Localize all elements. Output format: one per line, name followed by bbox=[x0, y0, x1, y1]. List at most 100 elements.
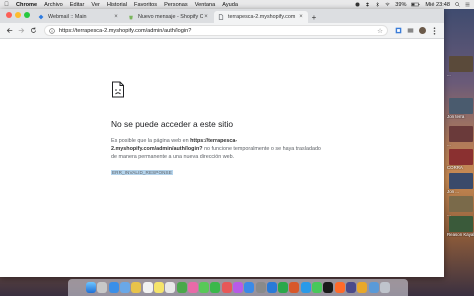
desktop-file[interactable]: Reason Kayaks bbox=[446, 216, 474, 237]
menu-ventana[interactable]: Ventana bbox=[195, 2, 216, 8]
battery-icon[interactable] bbox=[411, 2, 420, 7]
arrow-left-icon bbox=[6, 28, 13, 33]
spotlight-search-icon[interactable] bbox=[455, 2, 460, 7]
podcasts-dock-icon[interactable] bbox=[233, 282, 243, 293]
reminders-dock-icon[interactable] bbox=[165, 282, 176, 293]
tab-title: terrapesca-2.myshopify.com bbox=[228, 14, 296, 20]
reload-button[interactable] bbox=[28, 25, 39, 36]
menu-app-name[interactable]: Chrome bbox=[16, 2, 37, 8]
desktop-file[interactable]: Jon ... bbox=[446, 173, 474, 194]
menu-ayuda[interactable]: Ayuda bbox=[222, 2, 238, 8]
forward-button[interactable] bbox=[16, 25, 27, 36]
excel-dock-icon[interactable] bbox=[278, 282, 289, 293]
error-code[interactable]: ERR_INVALID_RESPONSE bbox=[111, 170, 173, 175]
window-controls bbox=[0, 9, 34, 23]
battery-percent[interactable]: 39% bbox=[395, 2, 406, 8]
menu-ver[interactable]: Ver bbox=[91, 2, 99, 8]
image-thumbnail-icon bbox=[449, 126, 473, 142]
extension-icon bbox=[407, 28, 414, 33]
desktop-file[interactable]: Jon terra bbox=[446, 98, 474, 119]
tab-webmail[interactable]: Webmail :: Main × bbox=[34, 11, 123, 23]
wifi-icon[interactable] bbox=[385, 2, 390, 7]
image-thumbnail-icon bbox=[449, 149, 473, 165]
launchpad-dock-icon[interactable] bbox=[97, 282, 108, 293]
image-thumbnail-icon bbox=[449, 196, 473, 212]
notification-center-icon[interactable] bbox=[465, 2, 470, 7]
new-tab-button[interactable]: + bbox=[309, 11, 319, 23]
finder-dock-icon[interactable] bbox=[86, 282, 97, 293]
error-page-favicon-icon bbox=[218, 14, 224, 20]
extension-button[interactable] bbox=[393, 25, 404, 36]
tab-close-icon[interactable]: × bbox=[113, 14, 119, 20]
whatsapp-dock-icon[interactable] bbox=[312, 282, 323, 293]
menu-personas[interactable]: Personas bbox=[164, 2, 188, 8]
image-thumbnail-icon bbox=[449, 216, 473, 232]
terminal-dock-icon[interactable] bbox=[323, 282, 334, 293]
filezilla-dock-icon[interactable] bbox=[334, 282, 345, 293]
shopify-favicon-icon bbox=[128, 14, 134, 20]
webmail-favicon-icon bbox=[38, 14, 44, 20]
reload-icon bbox=[31, 27, 36, 33]
calendar-dock-icon[interactable] bbox=[142, 282, 153, 293]
close-window-button[interactable] bbox=[6, 11, 12, 18]
apple-menu-icon[interactable]:  bbox=[2, 2, 11, 8]
maps-dock-icon[interactable] bbox=[176, 282, 187, 293]
app-dock-icon[interactable] bbox=[357, 282, 368, 293]
safari-dock-icon[interactable] bbox=[108, 282, 119, 293]
photos-dock-icon[interactable] bbox=[187, 282, 198, 293]
menu-historial[interactable]: Historial bbox=[107, 2, 127, 8]
site-info-icon[interactable] bbox=[49, 27, 55, 34]
desktop-file[interactable]: ... bbox=[446, 196, 474, 217]
word-dock-icon[interactable] bbox=[266, 282, 277, 293]
app-store-dock-icon[interactable] bbox=[244, 282, 255, 293]
facetime-dock-icon[interactable] bbox=[210, 282, 221, 293]
profile-button[interactable] bbox=[417, 25, 428, 36]
macos-dock bbox=[68, 279, 408, 296]
tab-shopify-message[interactable]: Nuevo mensaje - Shopify Com × bbox=[124, 11, 213, 23]
tab-close-icon[interactable]: × bbox=[298, 14, 304, 20]
menu-archivo[interactable]: Archivo bbox=[44, 2, 63, 8]
music-dock-icon[interactable] bbox=[221, 282, 232, 293]
tab-close-icon[interactable]: × bbox=[203, 14, 209, 20]
desktop-file-label: Jon terra bbox=[447, 114, 465, 119]
back-button[interactable] bbox=[4, 25, 15, 36]
error-text-prefix: Es posible que la página web en bbox=[111, 138, 189, 144]
page-content: No se puede acceder a este sitio Es posi… bbox=[0, 39, 444, 277]
menu-favoritos[interactable]: Favoritos bbox=[134, 2, 157, 8]
desktop-file[interactable]: ... bbox=[446, 56, 474, 77]
status-app-icon[interactable] bbox=[355, 2, 360, 7]
bluetooth-icon[interactable] bbox=[375, 2, 380, 7]
powerpoint-dock-icon[interactable] bbox=[289, 282, 300, 293]
skype-dock-icon[interactable] bbox=[300, 282, 311, 293]
app-dock-icon[interactable] bbox=[345, 282, 356, 293]
system-preferences-dock-icon[interactable] bbox=[255, 282, 266, 293]
address-bar[interactable]: https://terrapesca-2.myshopify.com/admin… bbox=[44, 25, 388, 36]
tab-title: Nuevo mensaje - Shopify Com bbox=[138, 14, 203, 20]
notes-dock-icon[interactable] bbox=[153, 282, 164, 293]
error-description: Es posible que la página web en https://… bbox=[111, 137, 321, 161]
menu-clock[interactable]: Mié 23:48 bbox=[425, 2, 450, 8]
minimize-window-button[interactable] bbox=[15, 11, 21, 18]
bookmark-star-icon[interactable]: ☆ bbox=[377, 27, 383, 35]
error-container: No se puede acceder a este sitio Es posi… bbox=[111, 81, 321, 179]
chrome-menu-button[interactable] bbox=[429, 25, 440, 36]
menu-editar[interactable]: Editar bbox=[70, 2, 85, 8]
desktop-file-label: ... bbox=[447, 72, 451, 77]
mail-dock-icon[interactable] bbox=[120, 282, 131, 293]
desktop-file[interactable]: ... bbox=[446, 126, 474, 147]
tab-terrapesca[interactable]: terrapesca-2.myshopify.com × bbox=[214, 11, 308, 23]
desktop-file-label: CORRA bbox=[447, 165, 463, 170]
downloads-folder-dock-icon[interactable] bbox=[368, 282, 379, 293]
dropbox-icon[interactable] bbox=[365, 2, 370, 7]
extension-button[interactable] bbox=[405, 25, 416, 36]
more-vert-icon bbox=[433, 26, 436, 35]
fullscreen-window-button[interactable] bbox=[24, 11, 30, 18]
trash-dock-icon[interactable] bbox=[379, 282, 390, 293]
desktop-file[interactable]: CORRA bbox=[446, 149, 474, 170]
macos-menu-bar:  Chrome Archivo Editar Ver Historial Fa… bbox=[0, 0, 474, 9]
address-url[interactable]: https://terrapesca-2.myshopify.com/admin… bbox=[59, 28, 191, 34]
desktop-file-label: Reason Kayaks bbox=[447, 232, 474, 237]
chrome-dock-icon[interactable] bbox=[131, 282, 142, 293]
messages-dock-icon[interactable] bbox=[199, 282, 210, 293]
image-thumbnail-icon bbox=[449, 173, 473, 189]
